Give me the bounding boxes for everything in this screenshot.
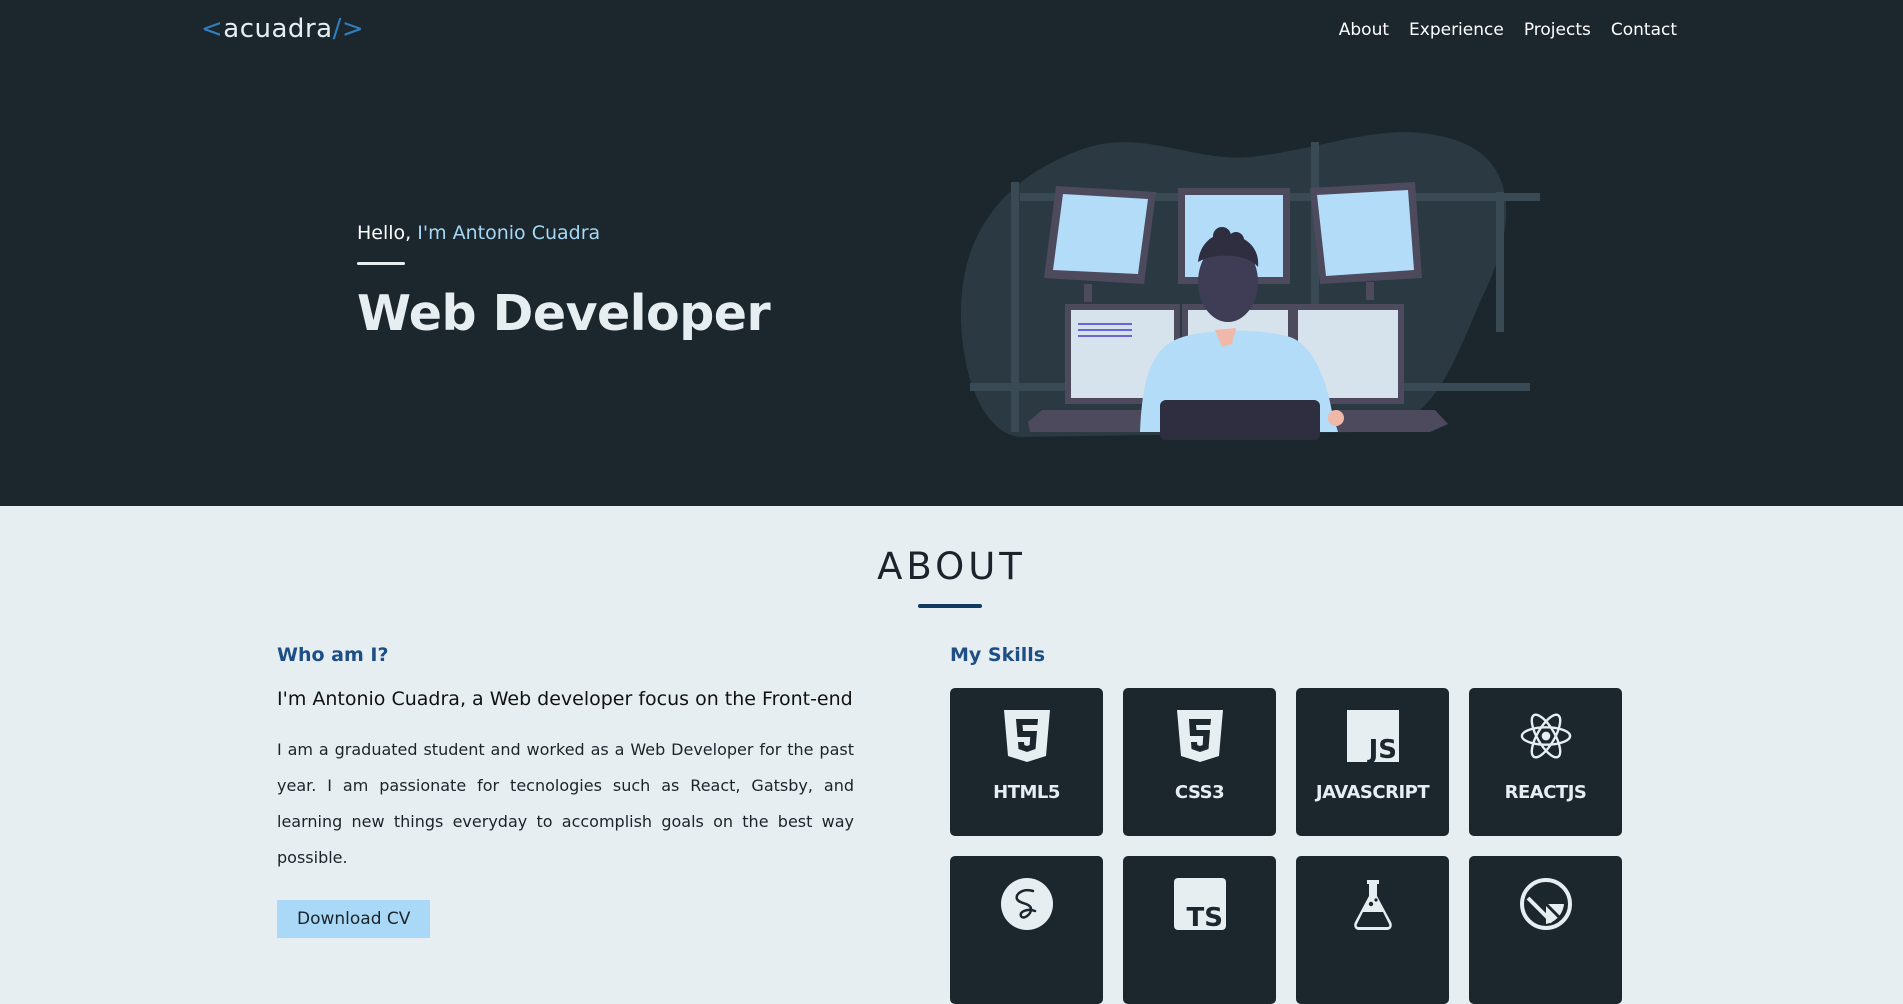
- html5-icon: [1001, 710, 1053, 762]
- hero-role: Web Developer: [357, 285, 771, 342]
- who-am-i-heading: Who am I?: [277, 644, 389, 666]
- hero-divider: [357, 262, 405, 265]
- flask-icon: [1347, 878, 1399, 930]
- skill-label: JAVASCRIPT: [1315, 782, 1430, 803]
- react-icon: [1520, 710, 1572, 762]
- hero-intro: Hello, I'm Antonio Cuadra Web Developer: [357, 222, 771, 342]
- typescript-icon: TS: [1173, 878, 1226, 930]
- site-logo[interactable]: <acuadra/>: [201, 14, 364, 44]
- about-title-underline: [918, 604, 982, 608]
- about-paragraph: I am a graduated student and worked as a…: [277, 740, 854, 867]
- skill-card-javascript: JS JAVASCRIPT: [1296, 688, 1449, 836]
- svg-text:TS: TS: [1186, 903, 1222, 930]
- skill-card-flask: [1296, 856, 1449, 1004]
- skill-label: CSS3: [1174, 782, 1225, 803]
- skill-label: HTML5: [993, 782, 1060, 803]
- logo-open-bracket: <: [201, 14, 224, 44]
- javascript-icon: JS: [1346, 710, 1399, 762]
- nav-projects[interactable]: Projects: [1524, 20, 1591, 40]
- skills-grid: HTML5 CSS3 JS JAVASCRIPT REACTJS TS: [950, 688, 1622, 1004]
- hero-greeting: Hello, I'm Antonio Cuadra: [357, 222, 770, 244]
- logo-close-bracket: />: [332, 14, 365, 44]
- nav-about[interactable]: About: [1339, 20, 1389, 40]
- main-nav: About Experience Projects Contact: [1339, 20, 1677, 40]
- nav-contact[interactable]: Contact: [1611, 20, 1677, 40]
- skill-card-reactjs: REACTJS: [1469, 688, 1622, 836]
- skill-card-gatsby: [1469, 856, 1622, 1004]
- sass-icon: [1000, 878, 1053, 930]
- skill-card-css3: CSS3: [1123, 688, 1276, 836]
- skill-card-typescript: TS: [1123, 856, 1276, 1004]
- my-skills-heading: My Skills: [950, 644, 1046, 666]
- developer-illustration: [960, 132, 1540, 440]
- skill-card-sass: [950, 856, 1103, 1004]
- nav-experience[interactable]: Experience: [1409, 20, 1504, 40]
- hero-name: I'm Antonio Cuadra: [417, 222, 601, 244]
- svg-text:JS: JS: [1366, 735, 1396, 762]
- gatsby-icon: [1519, 878, 1572, 930]
- about-lead: I'm Antonio Cuadra, a Web developer focu…: [277, 688, 853, 710]
- about-who-column: Who am I? I'm Antonio Cuadra, a Web deve…: [277, 644, 854, 938]
- logo-text: acuadra: [223, 14, 333, 44]
- greeting-text: Hello,: [357, 222, 412, 244]
- hero-section: <acuadra/> About Experience Projects Con…: [0, 0, 1903, 506]
- about-title: ABOUT: [877, 545, 1026, 588]
- css3-icon: [1174, 710, 1226, 762]
- about-skills-column: My Skills HTML5 CSS3 JS JAVASCRIPT REACT…: [950, 644, 1622, 1004]
- skill-card-html5: HTML5: [950, 688, 1103, 836]
- download-cv-button[interactable]: Download CV: [277, 900, 431, 938]
- skill-label: REACTJS: [1504, 782, 1587, 803]
